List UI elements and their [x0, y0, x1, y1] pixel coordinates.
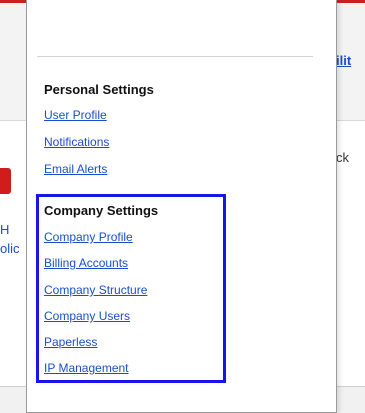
menu-item-billing-accounts[interactable]: Billing Accounts	[44, 256, 128, 270]
menu-item-paperless[interactable]: Paperless	[44, 335, 97, 349]
background-red-button[interactable]	[0, 168, 11, 194]
menu-item-company-profile[interactable]: Company Profile	[44, 230, 133, 244]
background-link-fragment-2[interactable]: olic	[0, 241, 20, 256]
background-link-fragment[interactable]: H	[0, 222, 9, 237]
menu-item-email-alerts[interactable]: Email Alerts	[44, 162, 107, 176]
menu-item-ip-management[interactable]: IP Management	[44, 361, 129, 375]
menu-item-user-profile[interactable]: User Profile	[44, 108, 107, 122]
settings-dropdown-menu: Personal Settings User Profile Notificat…	[26, 0, 337, 413]
menu-item-company-users[interactable]: Company Users	[44, 309, 130, 323]
menu-item-notifications[interactable]: Notifications	[44, 135, 109, 149]
menu-item-company-structure[interactable]: Company Structure	[44, 283, 147, 297]
company-settings-heading: Company Settings	[44, 203, 159, 218]
header-nav-link[interactable]: ilit	[336, 53, 351, 68]
personal-settings-heading: Personal Settings	[44, 82, 154, 97]
background-text-fragment: ck	[336, 150, 349, 165]
menu-separator	[37, 56, 313, 57]
